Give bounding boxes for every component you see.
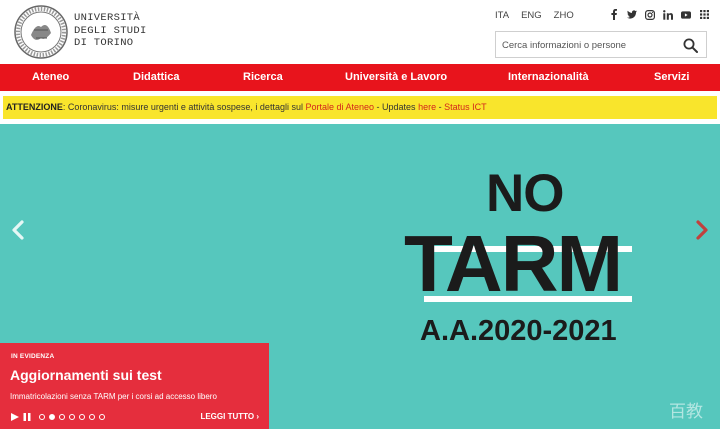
slide-dot[interactable] [89,414,95,420]
nav-universita-e-lavoro[interactable]: Università e Lavoro [345,64,447,91]
instagram-icon[interactable] [645,9,655,20]
youtube-icon[interactable] [681,9,691,20]
alert-link-portale[interactable]: Portale di Ateneo [305,102,374,112]
lang-ita[interactable]: ITA [495,10,509,21]
chevron-right-icon[interactable] [693,219,711,241]
alert-text: - [436,102,445,112]
read-more-label: LEGGI TUTTO [200,412,255,421]
lang-eng[interactable]: ENG [521,10,542,21]
chevron-right-small-icon: › [256,412,259,421]
alert-label: ATTENZIONE [6,102,63,112]
slide-dot[interactable] [59,414,65,420]
slide-dot[interactable] [39,414,45,420]
university-name-line: UNIVERSITÀ [74,12,141,24]
university-seal-logo[interactable] [14,5,68,59]
slide-dot[interactable] [69,414,75,420]
card-kicker: IN EVIDENZA [11,353,55,360]
featured-card: IN EVIDENZA Aggiornamenti sui test Immat… [0,343,269,429]
alert-link-status-ict[interactable]: Status ICT [444,102,487,112]
card-subtitle: Immatricolazioni senza TARM per i corsi … [10,392,217,401]
alert-banner: ATTENZIONE: Coronavirus: misure urgenti … [3,96,717,119]
search-icon[interactable] [683,38,698,53]
play-icon[interactable] [11,413,19,421]
grid-icon[interactable] [699,9,709,20]
lang-zho[interactable]: ZHO [554,10,574,21]
poster-headline-no: NO [486,164,564,223]
search-input[interactable] [502,37,672,53]
university-name-line: DEGLI STUDI [74,24,147,37]
pause-icon[interactable] [23,413,31,421]
slide-dot[interactable] [79,414,85,420]
university-name-line: DI TORINO [74,37,134,49]
alert-text: - Updates [374,102,419,112]
card-title[interactable]: Aggiornamenti sui test [10,367,162,383]
hero-slider: NO TARM A.A.2020-2021 IN EVIDENZA Aggior… [0,124,720,429]
university-name[interactable]: UNIVERSITÀ DEGLI STUDI DI TORINO [74,12,147,50]
slide-dot-active[interactable] [49,414,55,420]
language-switcher: ITA ENG ZHO [495,10,574,21]
chevron-left-icon[interactable] [9,219,27,241]
search-box [495,31,707,58]
poster-underline [424,296,632,302]
facebook-icon[interactable] [609,9,619,20]
alert-text: : Coronavirus: misure urgenti e attività… [62,102,306,112]
nav-didattica[interactable]: Didattica [133,64,179,91]
site-header: UNIVERSITÀ DEGLI STUDI DI TORINO ITA ENG… [0,0,720,64]
read-more-link[interactable]: LEGGI TUTTO › [200,412,259,421]
twitter-icon[interactable] [627,9,637,20]
nav-ricerca[interactable]: Ricerca [243,64,283,91]
slider-controls [11,413,105,421]
slide-dot[interactable] [99,414,105,420]
nav-internazionalita[interactable]: Internazionalità [508,64,589,91]
main-nav: Ateneo Didattica Ricerca Università e La… [0,64,720,91]
poster-academic-year: A.A.2020-2021 [420,315,617,347]
alert-link-here[interactable]: here [418,102,436,112]
nav-servizi[interactable]: Servizi [654,64,689,91]
linkedin-icon[interactable] [663,9,673,20]
social-links [609,9,709,20]
poster-headline-tarm: TARM [404,219,623,308]
watermark-text: 百教 [669,402,703,422]
nav-ateneo[interactable]: Ateneo [32,64,69,91]
